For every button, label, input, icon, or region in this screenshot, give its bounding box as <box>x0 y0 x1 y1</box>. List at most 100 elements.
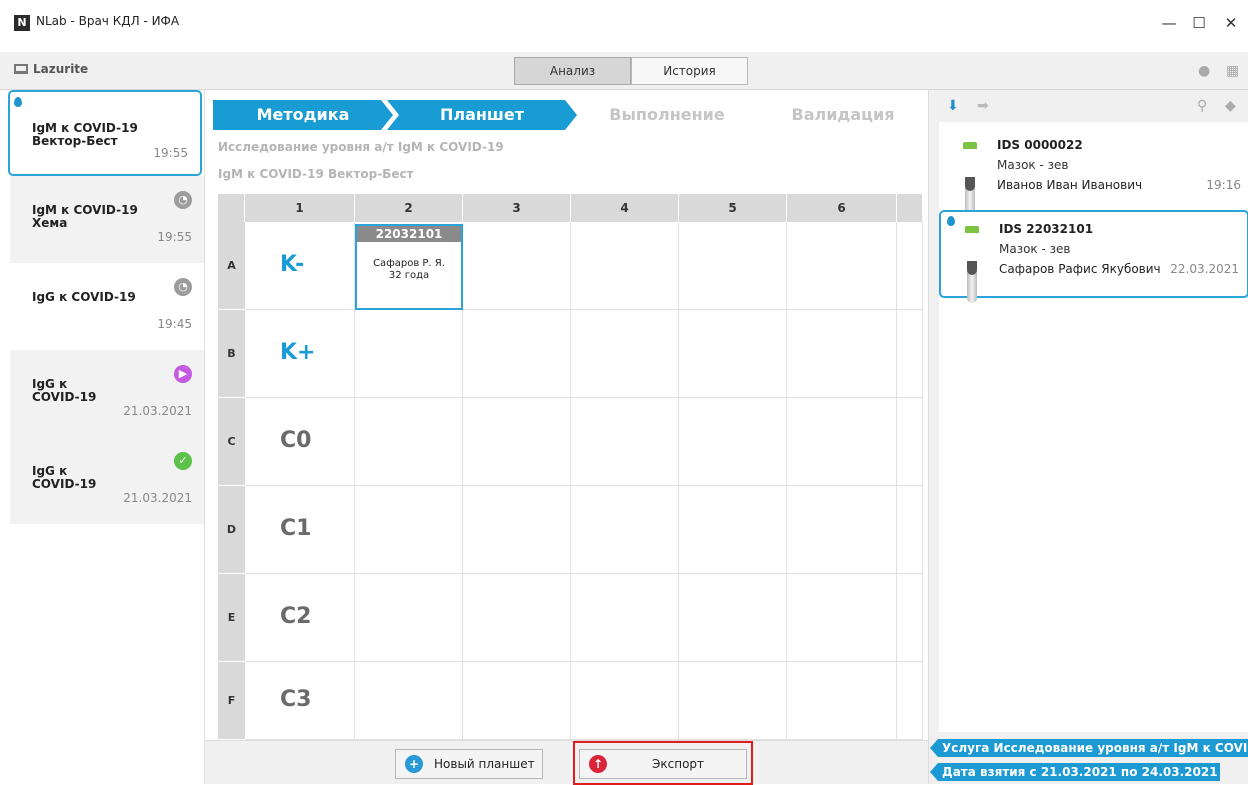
tube-icon <box>963 142 977 219</box>
analysis-name: IgG к COVID-19 <box>32 290 136 304</box>
sample-age: 32 года <box>388 270 430 281</box>
clock-icon: ◔ <box>174 191 192 209</box>
control-label: C1 <box>280 516 312 541</box>
plate-well[interactable] <box>897 398 923 486</box>
sample-card-material: Мазок - зев <box>999 242 1071 256</box>
analysis-item[interactable]: ▶ IgG к COVID-19 21.03.2021 <box>10 350 204 437</box>
plate-well[interactable] <box>571 486 679 574</box>
new-plate-button[interactable]: + Новый планшет <box>395 749 543 779</box>
column-header: 3 <box>463 194 571 222</box>
plate-well[interactable] <box>787 662 897 740</box>
row-header: B <box>218 310 245 398</box>
column-header: 6 <box>787 194 897 222</box>
step-plate[interactable]: Планшет <box>387 100 577 130</box>
apps-icon[interactable]: ▦ <box>1226 63 1239 79</box>
plate-well[interactable] <box>463 222 571 310</box>
plate-well[interactable] <box>571 574 679 662</box>
samples-panel: ⬇ ➡ ⚲ ◆ IDS 0000022 Мазок - зев Иванов И… <box>928 90 1248 784</box>
analysis-name: IgM к COVID-19 Хема <box>32 203 138 230</box>
plate-well[interactable] <box>787 310 897 398</box>
plate-well[interactable] <box>787 574 897 662</box>
tube-icon <box>965 226 979 303</box>
analysis-item[interactable]: ◔ IgM к COVID-19 Хема 19:55 <box>10 176 204 263</box>
clock-icon: ◔ <box>174 278 192 296</box>
plate-well[interactable] <box>897 574 923 662</box>
step-method[interactable]: Методика <box>213 100 393 130</box>
plate-well[interactable] <box>679 662 787 740</box>
sample-card-patient: Сафаров Рафис Якубович <box>999 262 1161 276</box>
plate-well[interactable] <box>897 662 923 740</box>
arrow-down-icon[interactable]: ⬇ <box>947 98 959 114</box>
step-execution[interactable]: Выполнение <box>577 100 757 130</box>
control-label: C0 <box>280 428 312 453</box>
filter-service-chip[interactable]: Услуга Исследование уровня а/т IgM к COV… <box>930 739 1248 757</box>
plate-well[interactable] <box>463 486 571 574</box>
plate-well[interactable] <box>787 398 897 486</box>
arrow-right-icon[interactable]: ➡ <box>977 98 989 114</box>
control-label: C3 <box>280 687 312 712</box>
checkmark-icon: ✓ <box>174 452 192 470</box>
lazurite-menu[interactable]: Lazurite <box>14 62 88 76</box>
plate-well[interactable] <box>463 574 571 662</box>
brand-label: Lazurite <box>33 62 89 76</box>
plate-well[interactable] <box>897 222 923 310</box>
plate-well[interactable] <box>679 310 787 398</box>
sample-card-time: 19:16 <box>1206 178 1241 192</box>
export-label: Экспорт <box>652 757 705 771</box>
plate-well[interactable] <box>463 310 571 398</box>
tab-analysis[interactable]: Анализ <box>514 57 631 85</box>
filter-date-chip[interactable]: Дата взятия с 21.03.2021 по 24.03.2021 × <box>930 763 1220 781</box>
plate-well[interactable] <box>355 574 463 662</box>
close-button[interactable]: ✕ <box>1216 8 1246 38</box>
plate-well[interactable] <box>571 222 679 310</box>
row-header: A <box>218 222 245 310</box>
plate-well[interactable] <box>463 662 571 740</box>
plate-well[interactable] <box>679 486 787 574</box>
plate-well[interactable] <box>355 398 463 486</box>
step-wizard: Методика Планшет Выполнение Валидация <box>213 100 928 130</box>
plate-well[interactable] <box>355 310 463 398</box>
column-header: 4 <box>571 194 679 222</box>
plate-well[interactable] <box>355 662 463 740</box>
tab-history[interactable]: История <box>631 57 748 85</box>
plate-sample-cell[interactable]: 22032101 Сафаров Р. Я. 32 года <box>355 224 463 310</box>
analysis-item[interactable]: ✓ IgG к COVID-19 21.03.2021 <box>10 437 204 524</box>
plate-well[interactable] <box>787 486 897 574</box>
sample-card-id: IDS 0000022 <box>997 138 1083 152</box>
plate-well[interactable] <box>571 398 679 486</box>
maximize-button[interactable]: ☐ <box>1184 8 1214 38</box>
title-bar: N NLab - Врач КДЛ - ИФА — ☐ ✕ <box>0 0 1248 52</box>
row-header: C <box>218 398 245 486</box>
search-icon[interactable]: ⚲ <box>1197 98 1207 114</box>
app-logo-icon: N <box>14 15 30 31</box>
plate-well[interactable] <box>897 486 923 574</box>
sample-card[interactable]: IDS 0000022 Мазок - зев Иванов Иван Иван… <box>939 128 1248 219</box>
plate-well[interactable] <box>463 398 571 486</box>
person-icon[interactable]: ● <box>1198 63 1210 79</box>
plate-well[interactable] <box>679 574 787 662</box>
grid-corner <box>218 194 245 222</box>
plate-well[interactable] <box>787 222 897 310</box>
plate-well[interactable] <box>355 486 463 574</box>
control-label: K+ <box>280 340 316 365</box>
plate-well[interactable] <box>679 398 787 486</box>
plate-well[interactable] <box>897 310 923 398</box>
new-plate-label: Новый планшет <box>434 757 535 771</box>
analysis-item[interactable]: IgM к COVID-19 Вектор-Бест 19:55 <box>8 90 202 176</box>
column-header: 2 <box>355 194 463 222</box>
step-validation[interactable]: Валидация <box>753 100 933 130</box>
export-button[interactable]: ↑ Экспорт <box>579 749 747 779</box>
column-header: 1 <box>245 194 355 222</box>
analysis-time: 19:55 <box>157 230 192 244</box>
analysis-time: 19:45 <box>157 317 192 331</box>
plate-well[interactable] <box>571 310 679 398</box>
minimize-button[interactable]: — <box>1154 8 1184 38</box>
tag-icon[interactable]: ◆ <box>1225 98 1236 114</box>
row-header: E <box>218 574 245 662</box>
plate-well[interactable] <box>679 222 787 310</box>
plate-well[interactable] <box>571 662 679 740</box>
bottom-bar: + Новый планшет ↑ Экспорт <box>205 740 928 785</box>
sample-card[interactable]: IDS 22032101 Мазок - зев Сафаров Рафис Я… <box>939 210 1248 303</box>
monitor-icon <box>14 64 28 74</box>
analysis-item[interactable]: ◔ IgG к COVID-19 19:45 <box>10 263 204 350</box>
